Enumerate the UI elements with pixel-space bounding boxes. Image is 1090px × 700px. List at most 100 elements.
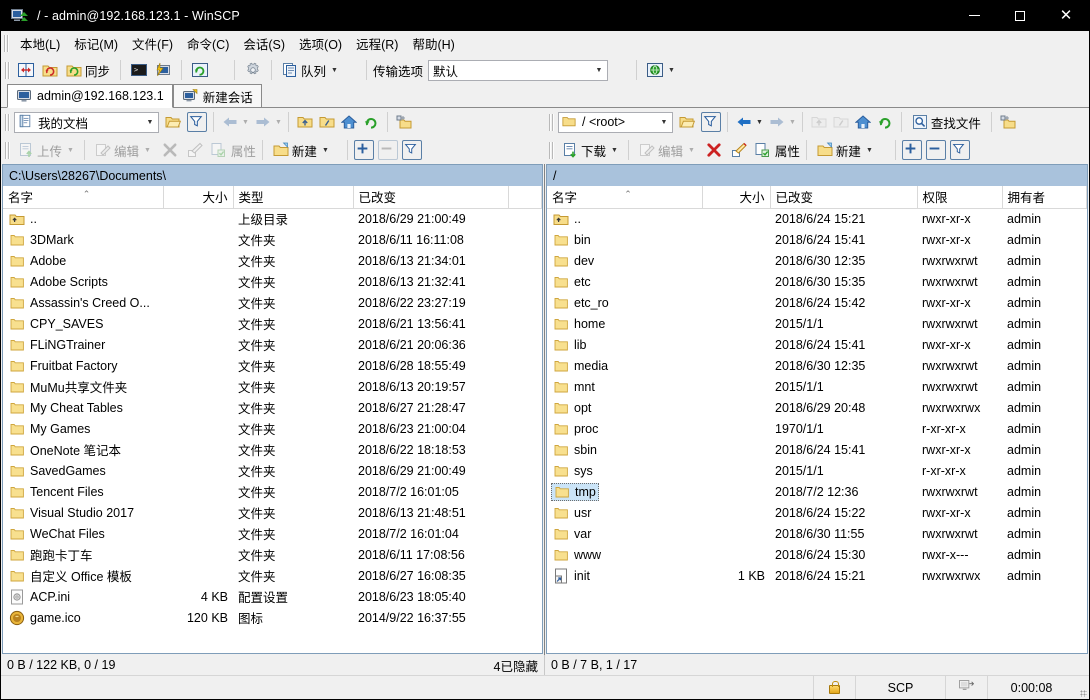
remote-forward-dropdown[interactable]: ▼ (789, 119, 796, 126)
cell-name[interactable]: media (547, 355, 702, 376)
local-properties-button[interactable] (208, 140, 228, 160)
cell-name[interactable]: WeChat Files (3, 523, 163, 544)
table-row[interactable]: ..2018/6/24 15:21rwxr-xr-xadmin (547, 208, 1087, 229)
local-col-type[interactable]: 类型 (233, 186, 353, 208)
local-new-dropdown[interactable]: ▼ (322, 147, 329, 154)
cell-name[interactable]: Visual Studio 2017 (3, 502, 163, 523)
table-row[interactable]: sys2015/1/1r-xr-xr-xadmin (547, 460, 1087, 481)
remote-rename-button[interactable] (729, 140, 749, 160)
session-tab-active[interactable]: admin@192.168.123.1 (7, 84, 173, 108)
table-row[interactable]: ACP.ini4 KB配置设置2018/6/23 18:05:40 (3, 586, 542, 607)
menu-options[interactable]: 选项(O) (292, 31, 349, 56)
session-dropdown-arrow[interactable]: ▼ (668, 67, 675, 74)
remote-properties-button[interactable] (752, 140, 772, 160)
cell-name[interactable]: 跑跑卡丁车 (3, 544, 163, 565)
local-parent-directory-button[interactable] (295, 112, 315, 132)
table-row[interactable]: My Cheat Tables文件夹2018/6/27 21:28:47 (3, 397, 542, 418)
open-terminal-button[interactable] (151, 58, 175, 82)
cell-name[interactable]: Fruitbat Factory (3, 355, 163, 376)
cell-name[interactable]: Assassin's Creed O... (3, 292, 163, 313)
table-row[interactable]: media2018/6/30 12:35rwxrwxrwtadmin (547, 355, 1087, 376)
cell-name[interactable]: .. (3, 208, 163, 229)
remote-edit-dropdown[interactable]: ▼ (688, 147, 695, 154)
remote-edit-button[interactable]: 编辑 ▼ (635, 138, 699, 162)
local-select-minus-button[interactable] (378, 140, 398, 160)
remote-path-selector[interactable]: / <root> ▼ (558, 112, 673, 133)
table-row[interactable]: var2018/6/30 11:55rwxrwxrwtadmin (547, 523, 1087, 544)
new-session-tab[interactable]: 新建会话 (173, 84, 262, 107)
table-row[interactable]: home2015/1/1rwxrwxrwtadmin (547, 313, 1087, 334)
toolbar-gripper[interactable] (5, 62, 11, 79)
cell-name[interactable]: mnt (547, 376, 702, 397)
remote-toolbar-gripper[interactable] (549, 114, 555, 131)
cell-name[interactable]: ACP.ini (3, 586, 163, 607)
close-button[interactable]: ✕ (1043, 0, 1089, 31)
session-button[interactable]: ▼ (643, 58, 679, 82)
local-select-plus-button[interactable] (354, 140, 374, 160)
cell-name[interactable]: lib (547, 334, 702, 355)
remote-add-bookmark-button[interactable] (998, 112, 1018, 132)
cell-name[interactable]: Adobe (3, 250, 163, 271)
local-edit-dropdown[interactable]: ▼ (144, 147, 151, 154)
synchronize-button[interactable]: 同步 (62, 58, 114, 82)
table-row[interactable]: Fruitbat Factory文件夹2018/6/28 18:55:49 (3, 355, 542, 376)
chevron-down-icon[interactable]: ▼ (144, 113, 156, 132)
transfer-settings-combo[interactable]: 默认 ▼ (428, 60, 608, 81)
cell-name[interactable]: OneNote 笔记本 (3, 439, 163, 460)
remote-filter-button[interactable] (701, 112, 721, 132)
cell-name[interactable]: etc (547, 271, 702, 292)
table-row[interactable]: Adobe文件夹2018/6/13 21:34:01 (3, 250, 542, 271)
local-col-extra[interactable] (508, 186, 542, 208)
local-root-directory-button[interactable] (317, 112, 337, 132)
local-refresh-button[interactable] (361, 112, 381, 132)
local-filter-button[interactable] (187, 112, 207, 132)
cell-name[interactable]: dev (547, 250, 702, 271)
cell-name[interactable]: My Games (3, 418, 163, 439)
local-drive-selector[interactable]: 我的文档 ▼ (14, 112, 159, 133)
table-row[interactable]: CPY_SAVES文件夹2018/6/21 13:56:41 (3, 313, 542, 334)
remote-new-dropdown[interactable]: ▼ (866, 147, 873, 154)
transfer-indicator-cell[interactable] (945, 676, 987, 699)
cell-name[interactable]: .. (547, 208, 702, 229)
table-row[interactable]: FLiNGTrainer文件夹2018/6/21 20:06:36 (3, 334, 542, 355)
chevron-down-icon[interactable]: ▼ (658, 113, 670, 132)
menu-help[interactable]: 帮助(H) (405, 31, 461, 56)
menu-mark[interactable]: 标记(M) (67, 31, 125, 56)
cell-name[interactable]: Adobe Scripts (3, 271, 163, 292)
local-forward-button[interactable] (253, 112, 273, 132)
local-back-dropdown[interactable]: ▼ (242, 119, 249, 126)
table-row[interactable]: game.ico120 KB图标2014/9/22 16:37:55 (3, 607, 542, 628)
queue-dropdown-arrow[interactable]: ▼ (331, 67, 338, 74)
cell-name[interactable]: game.ico (3, 607, 163, 628)
remote-download-button[interactable]: 下载 ▼ (558, 138, 622, 162)
table-row[interactable]: WeChat Files文件夹2018/7/2 16:01:04 (3, 523, 542, 544)
local-toolbar-gripper[interactable] (5, 114, 11, 131)
resize-grip[interactable] (1075, 676, 1089, 699)
sync-browse-button[interactable] (14, 58, 38, 82)
local-rename-button[interactable] (185, 140, 205, 160)
cell-name[interactable]: usr (547, 502, 702, 523)
local-actions-gripper[interactable] (5, 142, 11, 159)
chevron-down-icon[interactable]: ▼ (591, 61, 607, 80)
table-row[interactable]: Adobe Scripts文件夹2018/6/13 21:32:41 (3, 271, 542, 292)
local-home-directory-button[interactable] (339, 112, 359, 132)
local-edit-button[interactable]: 编辑 ▼ (91, 138, 155, 162)
local-delete-button[interactable] (160, 140, 180, 160)
table-row[interactable]: proc1970/1/1r-xr-xr-xadmin (547, 418, 1087, 439)
remote-file-list[interactable]: 名字 ⌃ 大小 已改变 权限 拥有者 ..2018/6/24 15:21rwxr… (546, 186, 1088, 654)
table-row[interactable]: etc_ro2018/6/24 15:42rwxr-xr-xadmin (547, 292, 1087, 313)
cell-name[interactable]: FLiNGTrainer (3, 334, 163, 355)
queue-button[interactable]: 队列 ▼ (278, 58, 342, 82)
cell-name[interactable]: 自定义 Office 模板 (3, 565, 163, 586)
cell-name[interactable]: 3DMark (3, 229, 163, 250)
local-new-button[interactable]: 新建 ▼ (269, 138, 333, 162)
preferences-button[interactable] (241, 58, 265, 82)
table-row[interactable]: Visual Studio 2017文件夹2018/6/13 21:48:51 (3, 502, 542, 523)
cell-name[interactable]: tmp (547, 481, 702, 502)
cell-name[interactable]: var (547, 523, 702, 544)
table-row[interactable]: bin2018/6/24 15:41rwxr-xr-xadmin (547, 229, 1087, 250)
remote-refresh-button[interactable] (875, 112, 895, 132)
secure-connection-cell[interactable] (813, 676, 855, 699)
local-back-button[interactable] (220, 112, 240, 132)
remote-find-files-button[interactable]: 查找文件 (908, 110, 985, 134)
